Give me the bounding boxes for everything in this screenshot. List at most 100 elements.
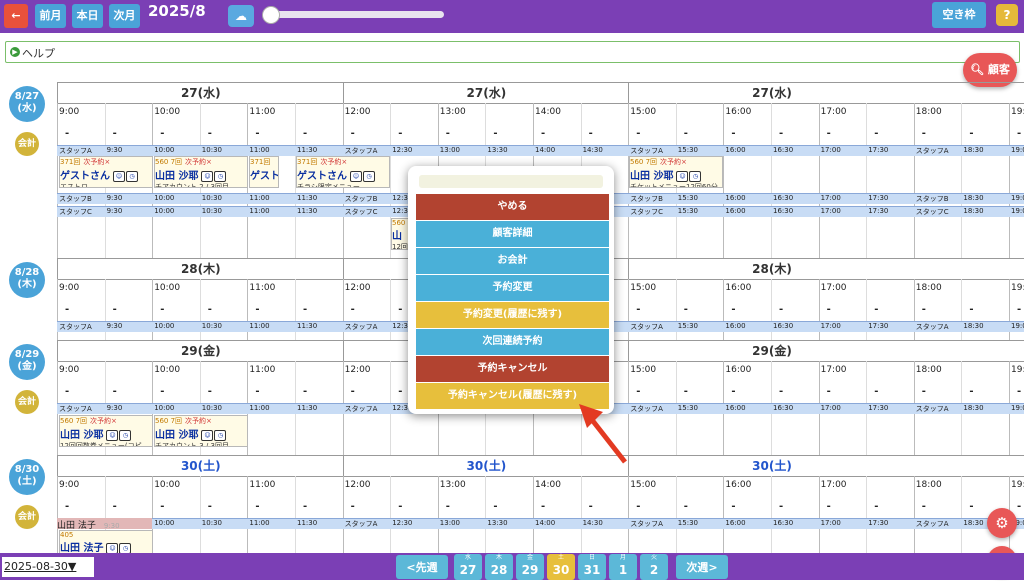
empty-slot[interactable]: - (684, 501, 688, 512)
empty-slot[interactable]: - (684, 386, 688, 397)
appointment-card[interactable]: 560 7回 次予約× 山田 沙耶 ☺ ◷ チケットメニュー12回60分 (629, 156, 723, 188)
empty-slot[interactable]: - (65, 128, 69, 139)
day-button-1[interactable]: 月1 (609, 554, 637, 580)
slider-knob[interactable] (262, 6, 280, 24)
empty-slot[interactable]: - (636, 128, 640, 139)
empty-slot[interactable]: - (969, 304, 973, 315)
person-icon[interactable]: ☺ (106, 429, 119, 441)
empty-slot[interactable]: - (1017, 386, 1021, 397)
empty-slot[interactable]: - (922, 386, 926, 397)
day-button-29[interactable]: 金 29 (516, 554, 544, 580)
day-button-2[interactable]: 火2 (640, 554, 668, 580)
empty-slot[interactable]: - (446, 128, 450, 139)
day-button-28[interactable]: 木 28 (485, 554, 513, 580)
change-reservation-button[interactable]: 予約変更 (416, 275, 609, 301)
empty-slot[interactable]: - (969, 128, 973, 139)
empty-slot[interactable]: - (922, 304, 926, 315)
empty-slot[interactable]: - (113, 304, 117, 315)
appointment-card[interactable]: 405 山田 法子 ☺ ◷ (59, 530, 153, 554)
customer-name[interactable]: 山田 沙耶 ☺ ◷ (155, 426, 247, 441)
empty-slot[interactable]: - (922, 128, 926, 139)
customer-name[interactable]: ゲストさん ☺ ◷ (60, 167, 152, 182)
appointment-card[interactable]: 371回 次予約× ゲストさん ☺ ◷ チラシ限定メニュー (296, 156, 390, 188)
clock-icon[interactable]: ◷ (126, 170, 138, 182)
empty-slot[interactable]: - (493, 128, 497, 139)
help-bar[interactable]: ▶ ヘルプ (5, 41, 1020, 63)
empty-slot[interactable]: - (160, 386, 164, 397)
empty-slot[interactable]: - (731, 128, 735, 139)
clock-icon[interactable]: ◷ (689, 170, 702, 182)
empty-slot[interactable]: - (398, 501, 402, 512)
checkout-circle-button[interactable]: 会計 (15, 505, 39, 529)
zoom-slider[interactable] (262, 6, 444, 24)
empty-slot[interactable]: - (731, 386, 735, 397)
appointment-card[interactable]: 371回 ゲスト (249, 156, 279, 188)
person-icon[interactable]: ☺ (350, 170, 362, 182)
clock-icon[interactable]: ◷ (214, 429, 227, 441)
appointment-card[interactable]: 560 7回 次予約× 山田 沙耶 ☺ ◷ チアカウント 2 / 3回目 (154, 156, 248, 188)
empty-slot[interactable]: - (160, 304, 164, 315)
empty-slot[interactable]: - (208, 386, 212, 397)
empty-slot[interactable]: - (303, 386, 307, 397)
empty-slot[interactable]: - (303, 128, 307, 139)
empty-slot[interactable]: - (65, 304, 69, 315)
appointment-card[interactable]: 560 7回 次予約× 山田 沙耶 ☺ ◷ 12回回数券メニュー(コピ (59, 415, 153, 447)
day-button-31[interactable]: 日 31 (578, 554, 606, 580)
customer-name[interactable]: ゲストさん ☺ ◷ (297, 167, 389, 182)
customer-name[interactable]: 山田 沙耶 ☺ ◷ (155, 167, 247, 182)
day-badge[interactable]: 8/30 (土) (9, 459, 45, 495)
person-icon[interactable]: ☺ (676, 170, 689, 182)
empty-slot[interactable]: - (779, 128, 783, 139)
empty-slot[interactable]: - (208, 501, 212, 512)
gear-icon[interactable]: ⚙ (987, 508, 1017, 538)
empty-slot[interactable]: - (351, 304, 355, 315)
empty-slot[interactable]: - (969, 501, 973, 512)
empty-slot[interactable]: - (731, 304, 735, 315)
empty-slot[interactable]: - (351, 501, 355, 512)
empty-slot[interactable]: - (351, 128, 355, 139)
empty-slot[interactable]: - (684, 128, 688, 139)
empty-slot[interactable]: - (160, 128, 164, 139)
person-icon[interactable]: ☺ (201, 429, 214, 441)
empty-slot[interactable]: - (208, 128, 212, 139)
prev-month-button[interactable]: 前月 (35, 4, 66, 28)
empty-slot[interactable]: - (636, 304, 640, 315)
empty-slot[interactable]: - (398, 304, 402, 315)
day-button-30[interactable]: 土 30 (547, 554, 575, 580)
empty-slot[interactable]: - (113, 128, 117, 139)
empty-slot[interactable]: - (779, 304, 783, 315)
empty-slot[interactable]: - (493, 501, 497, 512)
person-icon[interactable]: ☺ (106, 542, 119, 553)
today-button[interactable]: 本日 (72, 4, 103, 28)
appointment-card[interactable]: 560 7回 次予約× 山田 沙耶 ☺ ◷ チアカウント 3 / 3回目 (154, 415, 248, 447)
change-keep-history-button[interactable]: 予約変更(履歴に残す) (416, 302, 609, 328)
empty-slot[interactable]: - (731, 501, 735, 512)
customer-name[interactable]: 山田 法子 ☺ ◷ (60, 539, 152, 553)
empty-slot[interactable]: - (65, 501, 69, 512)
empty-slot[interactable]: - (255, 386, 259, 397)
date-select[interactable]: 2025-08-30▼ (2, 557, 94, 577)
checkout-button[interactable]: お会計 (416, 248, 609, 274)
empty-slot[interactable]: - (779, 501, 783, 512)
empty-slot[interactable]: - (303, 304, 307, 315)
empty-slot[interactable]: - (874, 128, 878, 139)
checkout-circle-button[interactable]: 会計 (15, 132, 39, 156)
next-consecutive-button[interactable]: 次回連続予約 (416, 329, 609, 355)
empty-slot[interactable]: - (874, 386, 878, 397)
empty-slot[interactable]: - (255, 304, 259, 315)
empty-slot[interactable]: - (827, 386, 831, 397)
empty-slot[interactable]: - (827, 304, 831, 315)
empty-slot[interactable]: - (827, 128, 831, 139)
empty-slot[interactable]: - (446, 501, 450, 512)
empty-slot[interactable]: - (589, 128, 593, 139)
clock-icon[interactable]: ◷ (363, 170, 375, 182)
person-icon[interactable]: ☺ (201, 170, 214, 182)
customer-detail-button[interactable]: 顧客詳細 (416, 221, 609, 247)
empty-slot[interactable]: - (255, 501, 259, 512)
empty-slot[interactable]: - (589, 501, 593, 512)
quit-button[interactable]: やめる (416, 194, 609, 220)
empty-slot[interactable]: - (827, 501, 831, 512)
clock-icon[interactable]: ◷ (119, 429, 132, 441)
empty-slot[interactable]: - (398, 128, 402, 139)
customer-name[interactable]: ゲスト (250, 167, 278, 182)
